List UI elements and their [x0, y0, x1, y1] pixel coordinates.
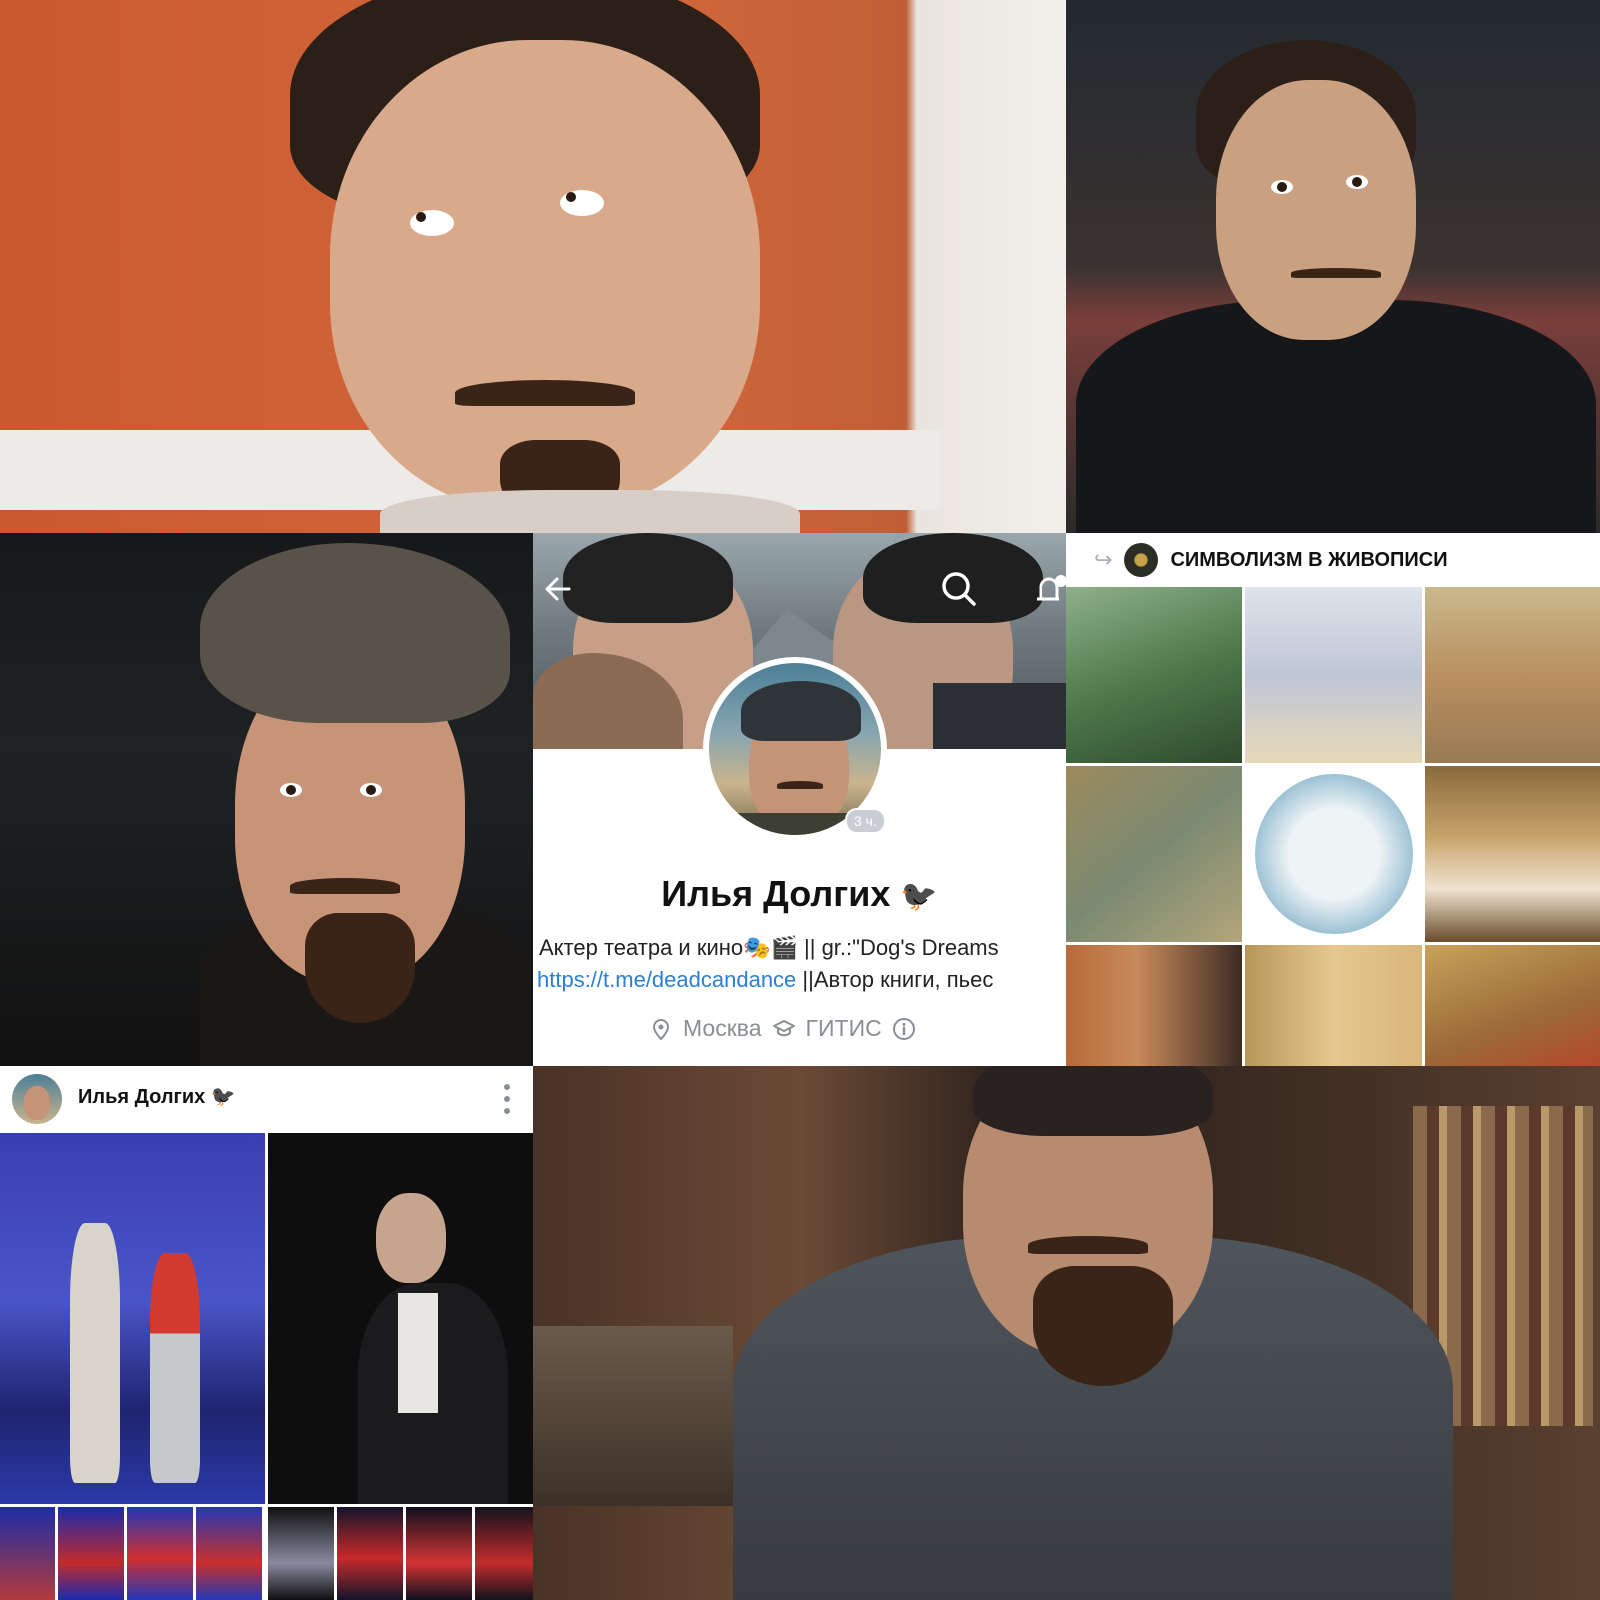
eye-right: [360, 783, 382, 797]
profile-university: ГИТИС: [805, 1015, 882, 1041]
mustache: [1028, 1236, 1148, 1254]
dancer-woman: [150, 1253, 200, 1483]
coat-man-face: [376, 1193, 446, 1283]
photo-dark-coat: [1066, 0, 1600, 533]
bell-plus-icon[interactable]: [1029, 569, 1066, 609]
mustache: [290, 878, 400, 894]
bandana: [973, 1066, 1213, 1136]
avatar-mustache: [777, 781, 823, 789]
thumb-6[interactable]: [337, 1507, 403, 1600]
post-author-avatar[interactable]: [12, 1074, 62, 1124]
cover-hair-left: [563, 533, 733, 623]
mustache: [455, 380, 635, 406]
painting-6[interactable]: [1425, 766, 1600, 942]
bio-link[interactable]: https://t.me/deadcandance: [537, 967, 796, 992]
thumb-8[interactable]: [475, 1507, 533, 1600]
cover-jacket-right: [933, 683, 1066, 749]
group-title[interactable]: СИМВОЛИЗМ В ЖИВОПИСИ: [1170, 549, 1447, 572]
thumb-7[interactable]: [406, 1507, 472, 1600]
post-avatar-face: [24, 1086, 50, 1120]
more-vertical-icon[interactable]: [500, 1082, 514, 1116]
info-icon[interactable]: [892, 1017, 916, 1041]
location-pin-icon: [652, 1018, 670, 1040]
bird-icon: 🐦‍⬛: [900, 880, 938, 913]
desk-papers: [533, 1326, 733, 1506]
profile-card: 3 ч. Илья Долгих 🐦‍⬛ Актер театра и кино🎭…: [533, 533, 1066, 1066]
photo-closeup-orange: [0, 0, 1066, 533]
thumb-5[interactable]: [268, 1507, 334, 1600]
post-card: Илья Долгих 🐦‍⬛: [0, 1066, 533, 1600]
eye-right: [560, 190, 604, 216]
goatee: [1033, 1266, 1173, 1386]
painting-5[interactable]: [1245, 766, 1422, 942]
profile-meta: Москва ГИТИС: [649, 1015, 916, 1042]
painting-1[interactable]: [1066, 587, 1242, 763]
thumb-2[interactable]: [58, 1507, 124, 1600]
avatar-cap: [741, 681, 861, 741]
face: [1216, 80, 1416, 340]
eye-left: [280, 783, 302, 797]
post-photo-black-coat[interactable]: [268, 1133, 533, 1504]
profile-bio-line2: https://t.me/deadcandance ||Автор книги,…: [537, 967, 993, 993]
post-photo-stage-dance[interactable]: [0, 1133, 265, 1504]
coat-man-shirt: [398, 1293, 438, 1413]
painting-4[interactable]: [1066, 766, 1242, 942]
repost-icon: ↪: [1094, 547, 1113, 572]
painting-5-roundel: [1255, 774, 1413, 934]
group-avatar[interactable]: [1124, 543, 1159, 577]
post-author-name[interactable]: Илья Долгих 🐦‍⬛: [78, 1084, 236, 1109]
search-icon[interactable]: [939, 569, 979, 609]
profile-bio-line1: Актер театра и кино🎭🎬 || gr.:"Dog's Drea…: [539, 935, 999, 960]
profile-city: Москва: [683, 1015, 762, 1041]
eye-left: [1271, 180, 1293, 194]
bio-line2-rest: ||Автор книги, пьес: [796, 967, 994, 992]
photo-denim-jacket: [533, 1066, 1600, 1600]
profile-name-text: Илья Долгих: [661, 873, 891, 914]
photo-flat-cap: [0, 533, 533, 1066]
repost-header: ↪ СИМВОЛИЗМ В ЖИВОПИСИ: [1066, 533, 1600, 587]
painting-3[interactable]: [1425, 587, 1600, 763]
back-arrow-icon[interactable]: [539, 571, 575, 607]
profile-name: Илья Долгих 🐦‍⬛: [533, 873, 1066, 915]
eye-left: [410, 210, 454, 236]
thumb-4[interactable]: [196, 1507, 262, 1600]
bird-icon: 🐦‍⬛: [210, 1086, 236, 1108]
graduation-cap-icon: [772, 1019, 795, 1036]
painting-9[interactable]: [1425, 945, 1600, 1066]
repost-paintings: ↪ СИМВОЛИЗМ В ЖИВОПИСИ: [1066, 533, 1600, 1066]
thumb-3[interactable]: [127, 1507, 193, 1600]
post-header: Илья Долгих 🐦‍⬛: [0, 1066, 533, 1133]
mustache: [1291, 268, 1381, 278]
collar: [380, 490, 800, 533]
painting-2[interactable]: [1245, 587, 1422, 763]
online-time-badge: 3 ч.: [845, 808, 886, 834]
post-author-text: Илья Долгих: [78, 1086, 206, 1108]
painting-8[interactable]: [1245, 945, 1422, 1066]
eye-right: [1346, 175, 1368, 189]
thumb-1[interactable]: [0, 1507, 55, 1600]
painting-7[interactable]: [1066, 945, 1242, 1066]
goatee: [305, 913, 415, 1023]
dancer-man: [70, 1223, 120, 1483]
